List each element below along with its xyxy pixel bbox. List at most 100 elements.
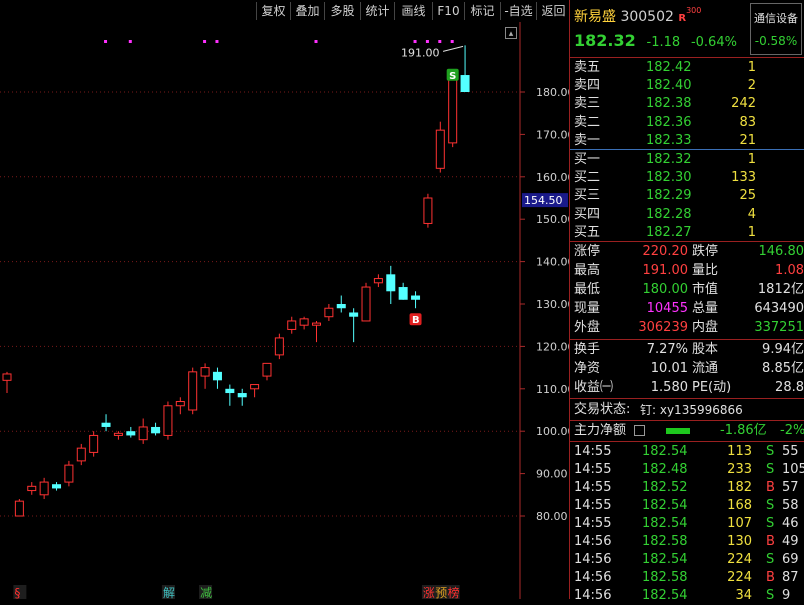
top-marker-dot [315,40,318,43]
order-price: 182.42 [646,59,692,77]
overlay-button[interactable]: 叠加 [290,2,324,20]
trade-status: 交易状态: 钉: xy135996866 [570,400,804,420]
stat-value: 1.580 [651,379,688,397]
draw-line-button[interactable]: 画线 [394,2,432,20]
trade-row: 14:56182.58130B49 [570,533,804,551]
stat-value: 220.20 [643,243,689,261]
back-button[interactable]: 返回 [536,2,570,20]
candle-body-up [189,372,197,410]
candle-body-up [251,385,259,389]
candle-body-up [275,338,283,355]
trade-count: 87 [782,569,799,587]
top-marker-dot [129,40,132,43]
mark-button[interactable]: 标记 [464,2,500,20]
candle-body-up [65,465,73,482]
candle-body-down [225,389,234,393]
stat-row: 最高191.00量比1.08 [570,262,804,280]
candle-body-up [436,130,444,168]
multi-stock-button[interactable]: 多股 [324,2,360,20]
y-tick-label: 80.00 [536,510,568,523]
main-flow-bar [666,428,690,434]
ask-row[interactable]: 卖一182.3321 [570,132,804,150]
fuquan-button[interactable]: 复权 [256,2,290,20]
candle-body-down [337,304,346,308]
order-volume: 4 [748,206,756,224]
trade-volume: 182 [727,479,752,497]
y-tick-label: 160.00 [536,171,570,184]
trade-price: 182.54 [642,497,688,515]
signal-markers: 191.00SB§解减涨预榜 [13,40,463,599]
trade-volume: 34 [735,587,752,605]
trade-count: 46 [782,515,799,533]
order-level-label: 买五 [574,224,600,242]
trade-row: 14:55182.54113S55 [570,443,804,461]
y-tick-label: 170.00 [536,128,570,141]
stat-value: 10.01 [651,360,688,378]
order-price: 182.29 [646,187,692,205]
stat-value: 1.08 [775,262,804,280]
ask-row[interactable]: 卖四182.402 [570,77,804,95]
trade-direction: S [766,497,774,515]
stat-label: 跌停 [692,243,718,261]
kline-chart[interactable]: 80.0090.00100.00110.00120.00130.00140.00… [0,22,570,599]
stat-row: 涨停220.20跌停146.80 [570,243,804,261]
bid-row[interactable]: 买三182.2925 [570,187,804,205]
candle-body-down [399,287,408,300]
price-change: -1.18 [647,35,681,50]
bid-row[interactable]: 买五182.271 [570,224,804,242]
sector-box[interactable]: 通信设备 -0.58% [750,3,802,55]
trade-direction: S [766,551,774,569]
stat-label: 流通 [692,360,718,378]
trade-count: 105 [782,461,804,479]
top-marker-dot [215,40,218,43]
list-icon[interactable] [634,425,645,436]
order-volume: 242 [731,95,756,113]
candle-body-up [201,368,209,376]
y-tick-label: 180.00 [536,86,570,99]
candle-body-up [3,374,11,380]
statistics-button[interactable]: 统计 [360,2,394,20]
order-volume: 2 [748,77,756,95]
trade-time: 14:56 [574,533,611,551]
stat-label: 最高 [574,262,600,280]
order-volume: 133 [731,169,756,187]
candle-body-up [288,321,296,329]
stat-value: 643490 [754,300,804,318]
order-level-label: 卖三 [574,95,600,113]
y-tick-label: 90.00 [536,468,568,481]
order-price: 182.36 [646,114,692,132]
top-marker-dot [426,40,429,43]
watchlist-button[interactable]: -自选 [500,2,536,20]
order-volume: 21 [739,132,756,150]
order-volume: 1 [748,151,756,169]
stat-label: 换手 [574,341,600,359]
stock-name: 新易盛 [574,9,616,25]
order-level-label: 卖二 [574,114,600,132]
trade-row: 14:55182.48233S105 [570,461,804,479]
candle-body-down [238,393,247,397]
f10-button[interactable]: F10 [432,2,464,20]
event-label: 涨 [423,585,435,599]
trade-count: 57 [782,479,799,497]
divider [570,398,804,399]
candles [3,45,470,516]
trade-row: 14:56182.5434S9 [570,587,804,605]
stat-value: 1812亿 [758,281,804,299]
bid-row[interactable]: 买四182.284 [570,206,804,224]
ask-row[interactable]: 卖五182.421 [570,59,804,77]
candle-body-down [52,484,61,488]
trade-direction: B [766,533,775,551]
candle-body-up [15,501,23,516]
ask-row[interactable]: 卖二182.3683 [570,114,804,132]
ask-row[interactable]: 卖三182.38242 [570,95,804,113]
stat-value: 146.80 [759,243,804,261]
candle-body-up [374,279,382,283]
scroll-up-icon[interactable]: ▴ [505,27,517,39]
bid-row[interactable]: 买一182.321 [570,151,804,169]
bid-row[interactable]: 买二182.30133 [570,169,804,187]
tick-trades[interactable]: 14:55182.54113S5514:55182.48233S10514:55… [570,443,804,599]
stat-value: 8.85亿 [762,360,804,378]
candle-body-up [164,406,172,436]
trade-direction: S [766,443,774,461]
y-axis: 80.0090.00100.00110.00120.00130.00140.00… [520,22,570,599]
